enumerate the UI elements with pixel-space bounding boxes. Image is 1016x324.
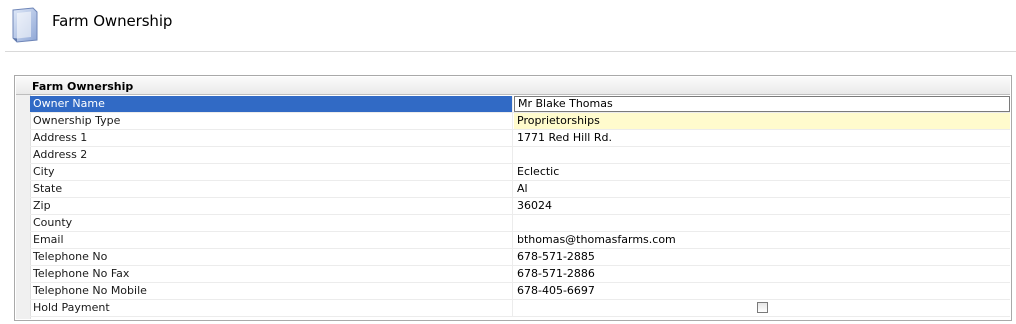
- ownership-type-field[interactable]: Proprietorships: [514, 113, 1010, 129]
- row-label: Telephone No Fax: [30, 266, 513, 282]
- document-icon: [12, 7, 38, 43]
- row-label: Telephone No Mobile: [30, 283, 513, 299]
- hold-payment-checkbox[interactable]: [757, 302, 768, 313]
- page-title: Farm Ownership: [52, 12, 173, 30]
- row-label: Zip: [30, 198, 513, 214]
- fax-field[interactable]: 678-571-2886: [514, 266, 1010, 282]
- row-zip[interactable]: Zip 36024: [30, 198, 1010, 215]
- grid-gutter: [16, 95, 31, 319]
- row-label: City: [30, 164, 513, 180]
- row-label: Ownership Type: [30, 113, 513, 129]
- row-label: Address 2: [30, 147, 513, 163]
- address-1-field[interactable]: 1771 Red Hill Rd.: [514, 130, 1010, 146]
- row-label: Address 1: [30, 130, 513, 146]
- row-label: County: [30, 215, 513, 231]
- row-address-2[interactable]: Address 2: [30, 147, 1010, 164]
- row-label: State: [30, 181, 513, 197]
- row-telephone-fax[interactable]: Telephone No Fax 678-571-2886: [30, 266, 1010, 283]
- property-grid: Farm Ownership Owner Name Mr Blake Thoma…: [14, 75, 1012, 321]
- row-email[interactable]: Email bthomas@thomasfarms.com: [30, 232, 1010, 249]
- row-owner-name[interactable]: Owner Name Mr Blake Thomas: [30, 96, 1010, 113]
- state-field[interactable]: Al: [514, 181, 1010, 197]
- row-ownership-type[interactable]: Ownership Type Proprietorships: [30, 113, 1010, 130]
- row-telephone-mobile[interactable]: Telephone No Mobile 678-405-6697: [30, 283, 1010, 300]
- mobile-field[interactable]: 678-405-6697: [514, 283, 1010, 299]
- header-divider: [5, 51, 1016, 52]
- row-address-1[interactable]: Address 1 1771 Red Hill Rd.: [30, 130, 1010, 147]
- row-label: Email: [30, 232, 513, 248]
- grid-caption: Farm Ownership: [16, 77, 1010, 95]
- row-label: Owner Name: [30, 96, 513, 112]
- row-city[interactable]: City Eclectic: [30, 164, 1010, 181]
- row-hold-payment[interactable]: Hold Payment: [30, 300, 1010, 317]
- city-field[interactable]: Eclectic: [514, 164, 1010, 180]
- row-state[interactable]: State Al: [30, 181, 1010, 198]
- row-label: Telephone No: [30, 249, 513, 265]
- page-header: Farm Ownership: [0, 0, 1016, 52]
- owner-name-field[interactable]: Mr Blake Thomas: [514, 96, 1010, 112]
- row-label: Hold Payment: [30, 300, 513, 316]
- address-2-field[interactable]: [514, 147, 1010, 163]
- grid-rows: Owner Name Mr Blake Thomas Ownership Typ…: [30, 96, 1010, 317]
- row-county[interactable]: County: [30, 215, 1010, 232]
- telephone-field[interactable]: 678-571-2885: [514, 249, 1010, 265]
- email-field[interactable]: bthomas@thomasfarms.com: [514, 232, 1010, 248]
- row-telephone-no[interactable]: Telephone No 678-571-2885: [30, 249, 1010, 266]
- zip-field[interactable]: 36024: [514, 198, 1010, 214]
- county-field[interactable]: [514, 215, 1010, 231]
- hold-payment-cell: [514, 300, 1010, 316]
